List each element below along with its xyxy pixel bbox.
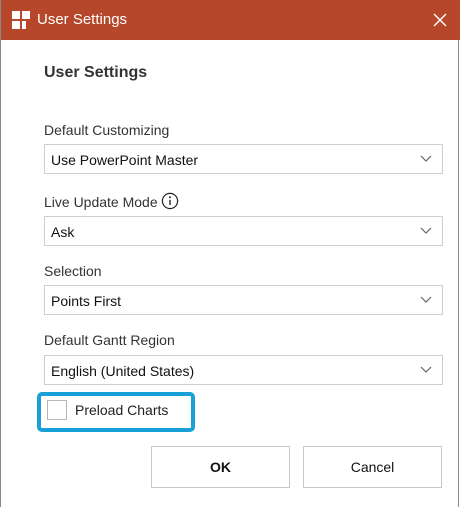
default-customizing-label: Default Customizing — [44, 122, 170, 138]
default-customizing-select[interactable]: Use PowerPoint Master — [44, 144, 443, 174]
info-icon[interactable] — [161, 192, 179, 210]
chevron-down-icon — [420, 155, 432, 162]
user-settings-dialog: User Settings User Settings Default Cust… — [0, 0, 460, 507]
chevron-down-icon — [420, 227, 432, 234]
chevron-down-icon — [420, 296, 432, 303]
default-customizing-value: Use PowerPoint Master — [51, 152, 199, 168]
title-bar: User Settings — [1, 0, 460, 40]
app-logo-icon — [12, 11, 30, 29]
chevron-down-icon — [420, 366, 432, 373]
ok-button[interactable]: OK — [151, 446, 290, 488]
live-update-mode-value: Ask — [51, 224, 75, 240]
selection-label: Selection — [44, 263, 102, 279]
preload-charts-label[interactable]: Preload Charts — [75, 401, 168, 419]
preload-charts-checkbox[interactable] — [47, 400, 67, 420]
default-gantt-region-label: Default Gantt Region — [44, 332, 175, 348]
default-gantt-region-select[interactable]: English (United States) — [44, 355, 443, 385]
live-update-mode-select[interactable]: Ask — [44, 216, 443, 246]
window-title: User Settings — [37, 11, 128, 28]
page-title: User Settings — [44, 64, 148, 81]
cancel-button[interactable]: Cancel — [303, 446, 442, 488]
close-button[interactable] — [420, 0, 460, 40]
selection-select[interactable]: Points First — [44, 285, 443, 315]
default-gantt-region-value: English (United States) — [51, 363, 195, 379]
live-update-mode-label-text: Live Update Mode — [44, 194, 158, 210]
close-icon — [433, 13, 447, 27]
selection-value: Points First — [51, 293, 122, 309]
live-update-mode-label: Live Update Mode — [44, 192, 179, 211]
